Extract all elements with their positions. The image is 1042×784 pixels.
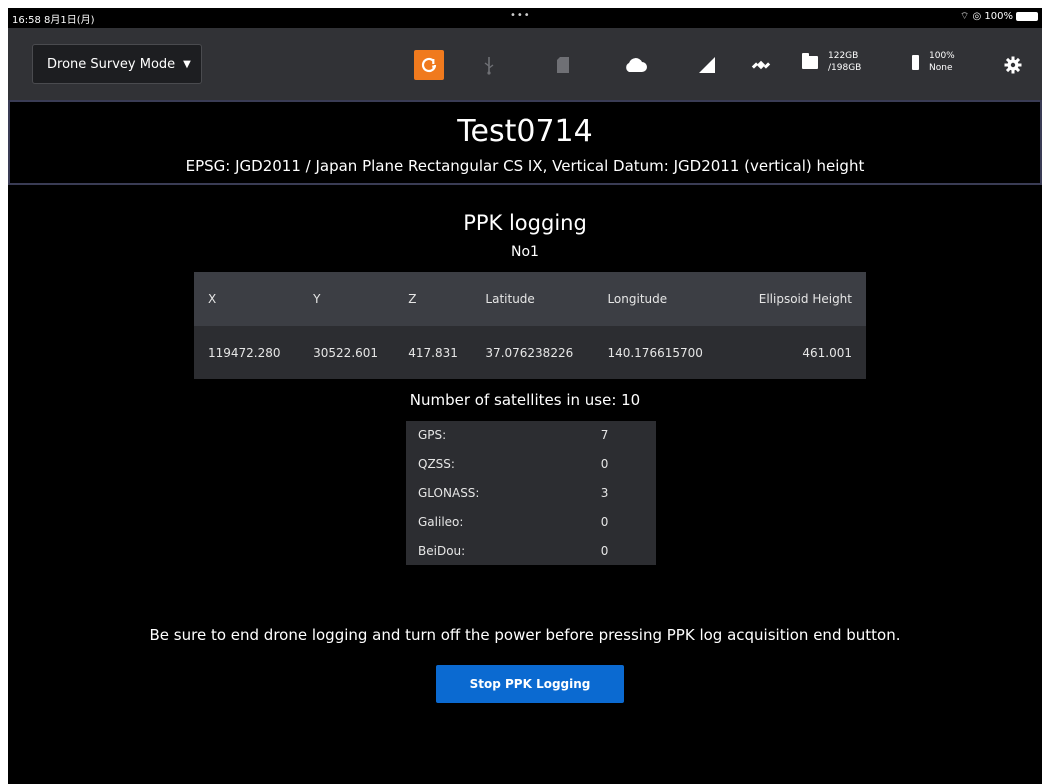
ppk-title: PPK logging (463, 211, 587, 235)
stop-ppk-logging-button[interactable]: Stop PPK Logging (436, 665, 624, 703)
battery-icon (912, 54, 919, 70)
satellite-row: GLONASS: 3 (406, 479, 656, 508)
satellite-value: 0 (600, 543, 609, 558)
multitask-dots-icon[interactable]: ••• (510, 10, 531, 21)
sd-card-icon[interactable] (550, 52, 576, 78)
satellite-value: 0 (600, 457, 609, 472)
table-cell: 140.176615700 (607, 345, 703, 360)
status-battery-icon (1016, 12, 1038, 21)
satellite-icon[interactable] (748, 52, 774, 78)
satellite-row: Galileo: 0 (406, 507, 656, 536)
signal-icon[interactable] (694, 52, 720, 78)
satellite-value: 0 (600, 514, 609, 529)
toolbar: Drone Survey Mode ▼ 122GB /198GB 100% No… (8, 28, 1042, 100)
satellite-row: BeiDou: 0 (406, 536, 656, 565)
usb-icon[interactable] (476, 52, 502, 78)
satellite-row: GPS: 7 (406, 421, 656, 450)
app-screen: 16:58 8月1日(月) ••• ⌔ ◎ 100% Drone Survey … (8, 8, 1042, 784)
column-header: Longitude (607, 292, 668, 306)
ppk-panel: PPK logging No1 X Y Z Latitude Longitude… (8, 185, 1042, 784)
satellite-table: GPS: 7 QZSS: 0 GLONASS: 3 Galileo: 0 Bei… (406, 421, 656, 565)
satellite-value: 7 (600, 428, 609, 443)
satellite-value: 3 (600, 485, 609, 500)
storage-used: 122GB (828, 51, 859, 61)
column-header: Ellipsoid Height (758, 292, 852, 306)
battery-text: 100% None (929, 50, 955, 74)
column-header: Latitude (485, 292, 535, 306)
caret-down-icon: ▼ (183, 58, 191, 70)
folder-icon (802, 52, 818, 69)
project-epsg: EPSG: JGD2011 / Japan Plane Rectangular … (185, 157, 865, 175)
battery-percent: 100% (929, 51, 955, 61)
satellite-name: Galileo: (418, 514, 464, 529)
satellite-name: QZSS: (418, 457, 455, 472)
table-header-row: X Y Z Latitude Longitude Ellipsoid Heigh… (194, 272, 866, 326)
satellite-name: GPS: (418, 428, 447, 443)
table-row: 119472.280 30522.601 417.831 37.07623822… (194, 326, 866, 379)
cloud-icon[interactable] (622, 52, 648, 78)
project-header: Test0714 EPSG: JGD2011 / Japan Plane Rec… (8, 100, 1042, 185)
project-title: Test0714 (457, 114, 593, 149)
alert-icon[interactable] (414, 50, 444, 80)
column-header: Y (313, 292, 321, 306)
column-header: Z (408, 292, 417, 306)
battery-indicator[interactable]: 100% None (912, 50, 955, 74)
status-time: 16:58 8月1日(月) (12, 15, 95, 26)
status-right: ⌔ ◎ 100% (960, 10, 1038, 23)
satellite-name: GLONASS: (418, 485, 480, 500)
status-right-text: ⌔ ◎ 100% (959, 11, 1013, 22)
mode-dropdown-label: Drone Survey Mode (47, 56, 176, 72)
storage-total: /198GB (828, 63, 862, 73)
table-cell: 119472.280 (208, 345, 281, 360)
table-cell: 461.001 (802, 345, 852, 360)
mode-dropdown[interactable]: Drone Survey Mode ▼ (32, 44, 202, 84)
coordinate-table: X Y Z Latitude Longitude Ellipsoid Heigh… (194, 272, 866, 379)
battery-status: None (929, 63, 953, 73)
ppk-number: No1 (511, 244, 539, 260)
storage-indicator[interactable]: 122GB /198GB (802, 50, 861, 74)
ios-status-bar: 16:58 8月1日(月) ••• ⌔ ◎ 100% (8, 8, 1042, 28)
satellite-count: Number of satellites in use: 10 (409, 391, 641, 409)
column-header: X (208, 292, 217, 306)
warning-text: Be sure to end drone logging and turn of… (149, 626, 901, 644)
gear-icon[interactable] (1000, 52, 1026, 78)
table-cell: 417.831 (408, 345, 458, 360)
table-cell: 30522.601 (313, 345, 379, 360)
satellite-name: BeiDou: (418, 543, 466, 558)
satellite-row: QZSS: 0 (406, 450, 656, 479)
table-cell: 37.076238226 (485, 345, 574, 360)
storage-text: 122GB /198GB (828, 50, 861, 74)
